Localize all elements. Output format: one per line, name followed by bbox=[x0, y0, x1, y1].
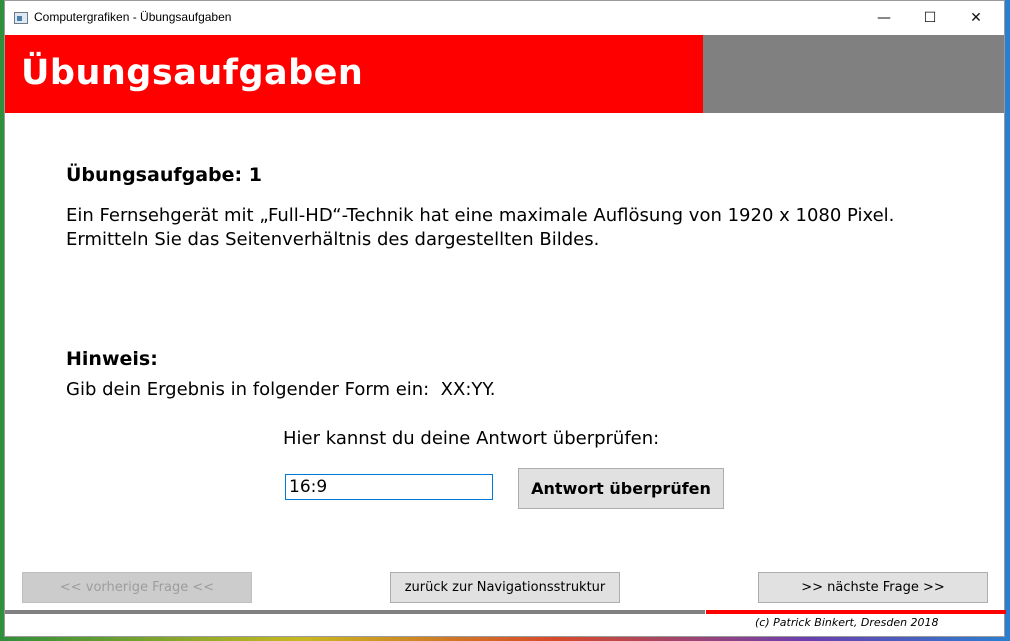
check-prompt: Hier kannst du deine Antwort überprüfen: bbox=[283, 428, 660, 449]
window-title: Computergrafiken - Übungsaufgaben bbox=[34, 10, 232, 24]
next-question-button[interactable]: >> nächste Frage >> bbox=[758, 572, 988, 603]
footer-bar-gray bbox=[5, 610, 705, 614]
previous-question-button[interactable]: << vorherige Frage << bbox=[22, 572, 252, 603]
page-title: Übungsaufgaben bbox=[21, 53, 364, 93]
hint-text: Gib dein Ergebnis in folgender Form ein:… bbox=[66, 379, 496, 400]
question-title: Übungsaufgabe: 1 bbox=[66, 164, 262, 186]
app-window: Computergrafiken - Übungsaufgaben — ☐ ✕ … bbox=[4, 0, 1006, 637]
maximize-icon: ☐ bbox=[923, 10, 937, 26]
hint-title: Hinweis: bbox=[66, 348, 158, 370]
header-banner: Übungsaufgaben bbox=[5, 35, 1004, 113]
title-bar: Computergrafiken - Übungsaufgaben — ☐ ✕ bbox=[5, 1, 1004, 35]
header-red-block: Übungsaufgaben bbox=[5, 35, 703, 113]
check-answer-button[interactable]: Antwort überprüfen bbox=[518, 468, 724, 509]
minimize-button[interactable]: — bbox=[861, 1, 907, 35]
close-icon: ✕ bbox=[970, 10, 982, 26]
app-icon bbox=[14, 12, 28, 24]
navigation-structure-button[interactable]: zurück zur Navigationsstruktur bbox=[390, 572, 620, 603]
footer-bar-red bbox=[706, 610, 1006, 614]
minimize-icon: — bbox=[877, 10, 891, 26]
maximize-button[interactable]: ☐ bbox=[907, 1, 953, 35]
answer-input[interactable] bbox=[285, 474, 493, 500]
copyright-text: (c) Patrick Binkert, Dresden 2018 bbox=[755, 616, 939, 629]
question-text: Ein Fernsehgerät mit „Full-HD“-Technik h… bbox=[66, 205, 895, 250]
close-button[interactable]: ✕ bbox=[953, 1, 999, 35]
